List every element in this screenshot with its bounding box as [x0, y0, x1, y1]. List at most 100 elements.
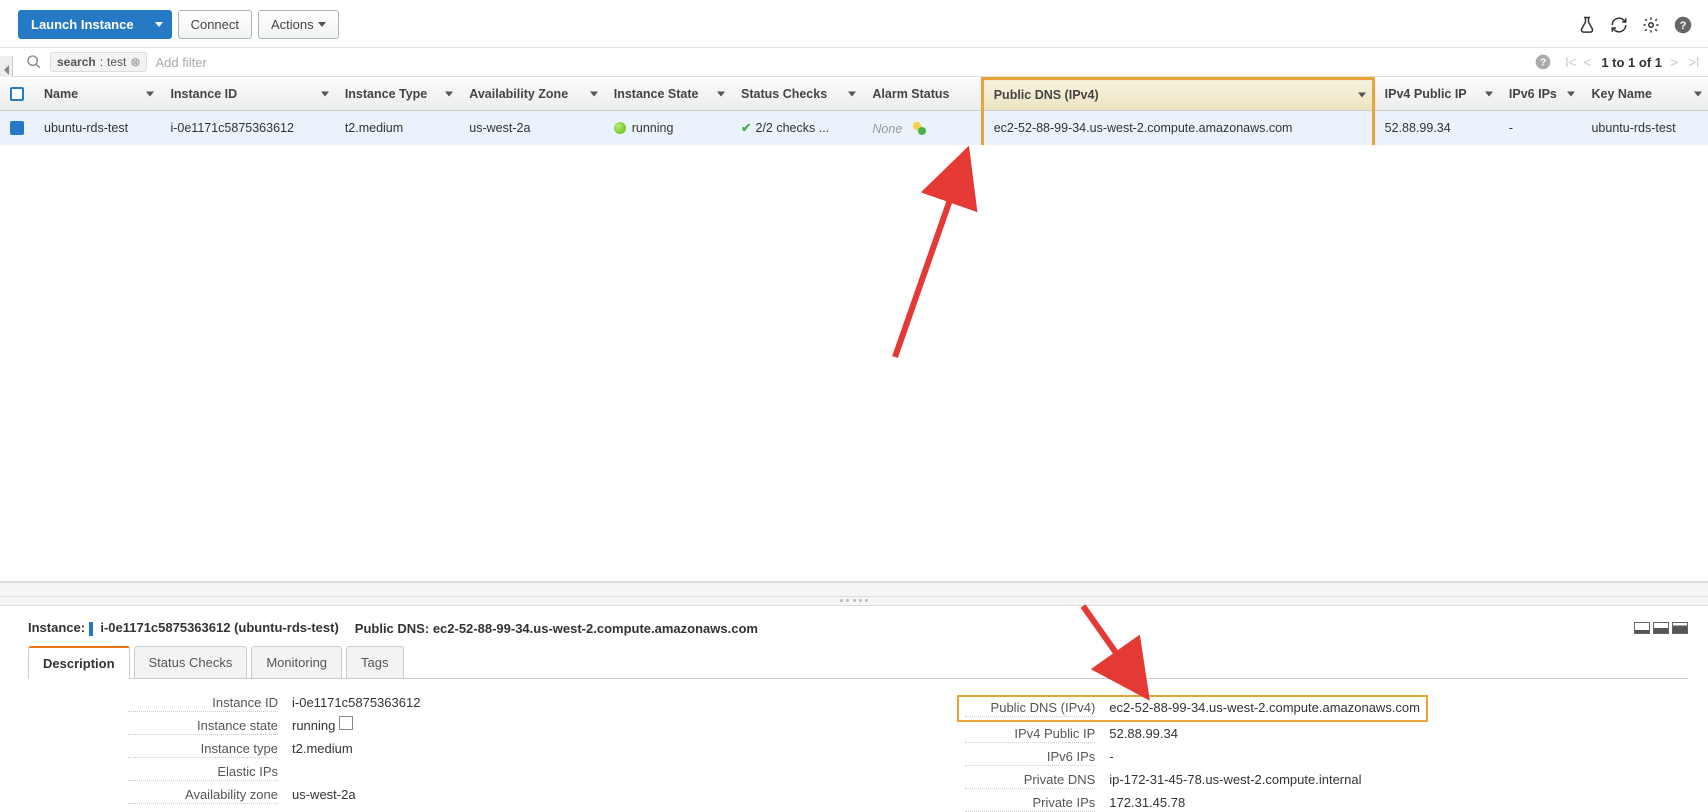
table-row[interactable]: ubuntu-rds-test i-0e1171c5875363612 t2.m…: [0, 111, 1708, 145]
kv-key: Instance state: [128, 718, 278, 735]
cell-alarm-status: None: [862, 111, 982, 145]
chevron-down-icon: [318, 22, 326, 27]
filter-chip[interactable]: search : test ⊗: [50, 52, 147, 72]
cell-az: us-west-2a: [459, 111, 603, 145]
pane-size-half[interactable]: [1653, 622, 1669, 634]
pane-size-small[interactable]: [1634, 622, 1650, 634]
kv-value: ec2-52-88-99-34.us-west-2.compute.amazon…: [1109, 700, 1420, 717]
kv-value: running: [292, 718, 420, 735]
check-icon: ✔: [741, 121, 751, 135]
add-filter-input[interactable]: Add filter: [155, 55, 206, 70]
kv-value: ip-172-31-45-78.us-west-2.compute.intern…: [1109, 772, 1420, 789]
cell-status-checks: ✔2/2 checks ...: [731, 111, 862, 145]
launch-instance-button[interactable]: Launch Instance: [18, 10, 147, 39]
cell-ipv6: -: [1499, 111, 1582, 145]
kv-key: Private IPs: [965, 795, 1095, 812]
kv-key: Private DNS: [965, 772, 1095, 789]
svg-text:?: ?: [1680, 19, 1687, 31]
help-icon[interactable]: ?: [1674, 16, 1692, 34]
refresh-icon[interactable]: [1610, 16, 1628, 34]
sort-icon: [717, 92, 725, 97]
page-prev-icon[interactable]: <: [1583, 54, 1593, 70]
sort-icon: [445, 92, 453, 97]
kv-key: Availability zone: [128, 787, 278, 804]
copy-icon[interactable]: [341, 718, 353, 730]
filter-bar: search : test ⊗ Add filter ? l< < 1 to 1…: [0, 47, 1708, 77]
details-resizer[interactable]: [0, 596, 1708, 606]
instances-table-wrap: Name Instance ID Instance Type Availabil…: [0, 77, 1708, 582]
cell-instance-id: i-0e1171c5875363612: [160, 111, 334, 145]
cell-public-dns: ec2-52-88-99-34.us-west-2.compute.amazon…: [982, 111, 1373, 145]
cell-state: running: [604, 111, 731, 145]
flask-icon[interactable]: [1578, 16, 1596, 34]
cell-name: ubuntu-rds-test: [34, 111, 160, 145]
row-checkbox[interactable]: [10, 121, 24, 135]
filter-chip-key: search: [57, 55, 96, 69]
kv-key: IPv6 IPs: [965, 749, 1095, 766]
col-instance-type[interactable]: Instance Type: [335, 79, 459, 111]
kv-key: Instance type: [128, 741, 278, 758]
col-state[interactable]: Instance State: [604, 79, 731, 111]
details-header: Instance: i-0e1171c5875363612 (ubuntu-rd…: [28, 616, 1688, 646]
kv-key: Elastic IPs: [128, 764, 278, 781]
launch-instance-dropdown[interactable]: [146, 10, 172, 39]
pagination: l< < 1 to 1 of 1 > >l: [1565, 54, 1698, 70]
cell-instance-type: t2.medium: [335, 111, 459, 145]
gear-icon[interactable]: [1642, 16, 1660, 34]
highlight-box: Public DNS (IPv4) ec2-52-88-99-34.us-wes…: [957, 695, 1428, 722]
col-az[interactable]: Availability Zone: [459, 79, 603, 111]
col-name[interactable]: Name: [34, 79, 160, 111]
close-icon[interactable]: ⊗: [130, 55, 140, 69]
kv-value: [292, 764, 420, 781]
help-icon[interactable]: ?: [1535, 54, 1551, 70]
search-icon: [26, 54, 42, 70]
cell-public-ip: 52.88.99.34: [1373, 111, 1499, 145]
sort-icon: [590, 92, 598, 97]
details-tabs: Description Status Checks Monitoring Tag…: [28, 646, 1688, 679]
alarm-icon[interactable]: [910, 119, 924, 133]
pane-size-large[interactable]: [1672, 622, 1688, 634]
svg-text:?: ?: [1540, 57, 1546, 68]
kv-value: i-0e1171c5875363612: [292, 695, 420, 712]
tab-tags[interactable]: Tags: [346, 646, 403, 678]
kv-value: 52.88.99.34: [1109, 726, 1420, 743]
col-status-checks[interactable]: Status Checks: [731, 79, 862, 111]
col-public-ip[interactable]: IPv4 Public IP: [1373, 79, 1499, 111]
page-first-icon[interactable]: l<: [1565, 54, 1575, 70]
kv-value: 172.31.45.78: [1109, 795, 1420, 812]
sort-icon: [1485, 92, 1493, 97]
scroll-hint: [0, 582, 1708, 596]
kv-key: IPv4 Public IP: [965, 726, 1095, 743]
connect-button[interactable]: Connect: [178, 10, 252, 39]
col-public-dns[interactable]: Public DNS (IPv4): [982, 79, 1373, 111]
col-ipv6[interactable]: IPv6 IPs: [1499, 79, 1582, 111]
col-key-name[interactable]: Key Name: [1581, 79, 1708, 111]
kv-value: -: [1109, 749, 1420, 766]
tab-status-checks[interactable]: Status Checks: [134, 646, 248, 678]
sort-icon: [1694, 92, 1702, 97]
instances-table: Name Instance ID Instance Type Availabil…: [0, 77, 1708, 145]
sort-icon: [848, 92, 856, 97]
page-next-icon[interactable]: >: [1670, 54, 1680, 70]
sort-icon: [1567, 92, 1575, 97]
launch-instance-group: Launch Instance: [18, 10, 172, 39]
kv-key: Public DNS (IPv4): [965, 700, 1095, 717]
page-last-icon[interactable]: >l: [1688, 54, 1698, 70]
actions-button[interactable]: Actions: [258, 10, 339, 39]
description-left: Instance ID i-0e1171c5875363612 Instance…: [128, 695, 420, 812]
kv-value: t2.medium: [292, 741, 420, 758]
kv-key: Instance ID: [128, 695, 278, 712]
description-right: Public DNS (IPv4) ec2-52-88-99-34.us-wes…: [957, 695, 1688, 812]
status-dot-icon: [614, 122, 626, 134]
selection-bar-icon: [89, 622, 93, 636]
details-header-label: Instance:: [28, 620, 85, 635]
tab-monitoring[interactable]: Monitoring: [251, 646, 342, 678]
cell-key-name: ubuntu-rds-test: [1581, 111, 1708, 145]
col-alarm-status[interactable]: Alarm Status: [862, 79, 982, 111]
annotation-arrow-icon: [880, 137, 1000, 367]
tab-description[interactable]: Description: [28, 646, 130, 679]
filter-chip-value: test: [107, 55, 126, 69]
pane-size-picker: [1631, 622, 1688, 634]
col-instance-id[interactable]: Instance ID: [160, 79, 334, 111]
select-all-checkbox[interactable]: [10, 87, 24, 101]
